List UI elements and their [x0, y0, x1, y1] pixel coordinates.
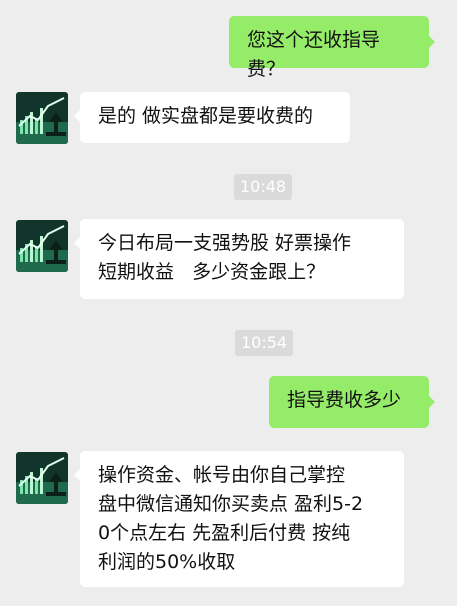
received-message-bubble[interactable]: 今日布局一支强势股 好票操作 短期收益 多少资金跟上？	[74, 219, 404, 299]
contact-avatar[interactable]	[16, 452, 68, 504]
stock-chart-avatar-icon	[16, 452, 68, 504]
received-message-bubble[interactable]: 是的 做实盘都是要收费的	[74, 92, 350, 143]
received-message-bubble[interactable]: 操作资金、帐号由你自己掌控 盘中微信通知你买卖点 盈利5-2 0个点左右 先盈利…	[74, 451, 404, 587]
sent-message-bubble[interactable]: 指导费收多少	[269, 376, 435, 428]
timestamp-badge: 10:48	[234, 174, 293, 200]
timestamp-badge: 10:54	[235, 330, 294, 356]
stock-chart-avatar-icon	[16, 220, 68, 272]
stock-chart-avatar-icon	[16, 92, 68, 144]
sent-message-bubble[interactable]: 您这个还收指导费？	[229, 16, 435, 80]
contact-avatar[interactable]	[16, 92, 68, 144]
contact-avatar[interactable]	[16, 220, 68, 272]
